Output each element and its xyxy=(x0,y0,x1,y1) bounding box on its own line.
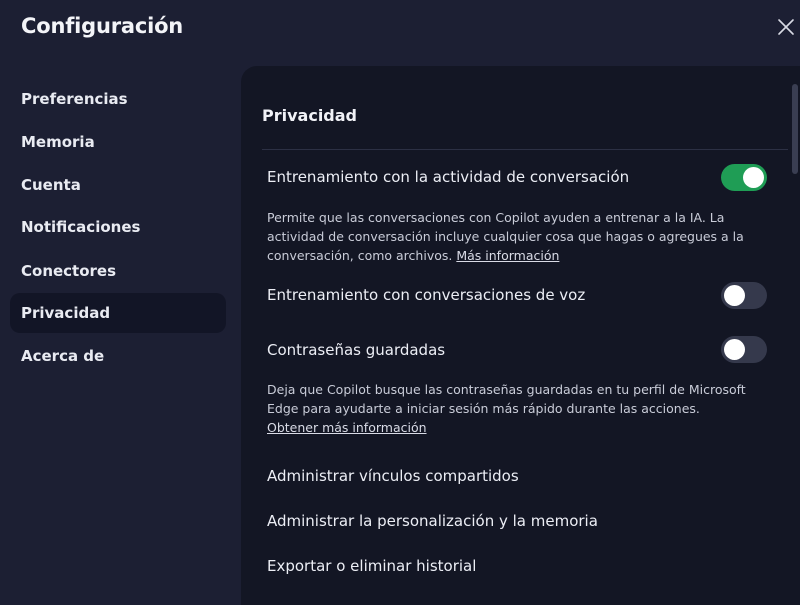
training-activity-label: Entrenamiento con la actividad de conver… xyxy=(267,168,630,186)
dialog-title: Configuración xyxy=(21,14,184,38)
more-info-link[interactable]: Más información xyxy=(456,248,559,263)
sidebar-item-label: Cuenta xyxy=(21,176,81,194)
saved-passwords-label: Contraseñas guardadas xyxy=(267,341,446,359)
sidebar-item-preferencias[interactable]: Preferencias xyxy=(10,79,226,119)
training-activity-toggle[interactable] xyxy=(721,164,767,191)
privacy-panel: Privacidad Entrenamiento con la activida… xyxy=(241,66,800,605)
toggle-knob xyxy=(724,339,745,360)
manage-personalization-memory[interactable]: Administrar la personalización y la memo… xyxy=(267,512,598,530)
sidebar-item-notificaciones[interactable]: Notificaciones xyxy=(10,207,226,247)
saved-passwords-description: Deja que Copilot busque las contraseñas … xyxy=(267,380,757,437)
sidebar-item-privacidad[interactable]: Privacidad xyxy=(10,293,226,333)
export-delete-history[interactable]: Exportar o eliminar historial xyxy=(267,557,476,575)
sidebar-item-label: Conectores xyxy=(21,262,117,280)
description-text: Deja que Copilot busque las contraseñas … xyxy=(267,382,746,416)
sidebar-item-label: Notificaciones xyxy=(21,218,141,236)
close-button[interactable] xyxy=(774,17,798,41)
sidebar-item-acerca-de[interactable]: Acerca de xyxy=(10,336,226,376)
manage-shared-links[interactable]: Administrar vínculos compartidos xyxy=(267,467,519,485)
scrollbar-thumb[interactable] xyxy=(792,84,798,174)
voice-training-toggle[interactable] xyxy=(721,282,767,309)
section-title: Privacidad xyxy=(262,106,357,125)
scrollbar[interactable] xyxy=(790,66,800,605)
sidebar-item-label: Preferencias xyxy=(21,90,128,108)
sidebar-item-label: Privacidad xyxy=(21,304,111,322)
voice-training-label: Entrenamiento con conversaciones de voz xyxy=(267,286,586,304)
sidebar-item-conectores[interactable]: Conectores xyxy=(10,251,226,291)
close-icon xyxy=(777,18,795,40)
sidebar-item-memoria[interactable]: Memoria xyxy=(10,122,226,162)
sidebar-item-cuenta[interactable]: Cuenta xyxy=(10,165,226,205)
get-more-info-link[interactable]: Obtener más información xyxy=(267,420,427,435)
section-divider xyxy=(262,149,788,150)
toggle-knob xyxy=(724,285,745,306)
sidebar-item-label: Memoria xyxy=(21,133,95,151)
sidebar-item-label: Acerca de xyxy=(21,347,105,365)
toggle-knob xyxy=(743,167,764,188)
training-activity-description: Permite que las conversaciones con Copil… xyxy=(267,208,747,265)
saved-passwords-toggle[interactable] xyxy=(721,336,767,363)
settings-dialog: Configuración Preferencias Memoria Cuent… xyxy=(0,0,800,605)
